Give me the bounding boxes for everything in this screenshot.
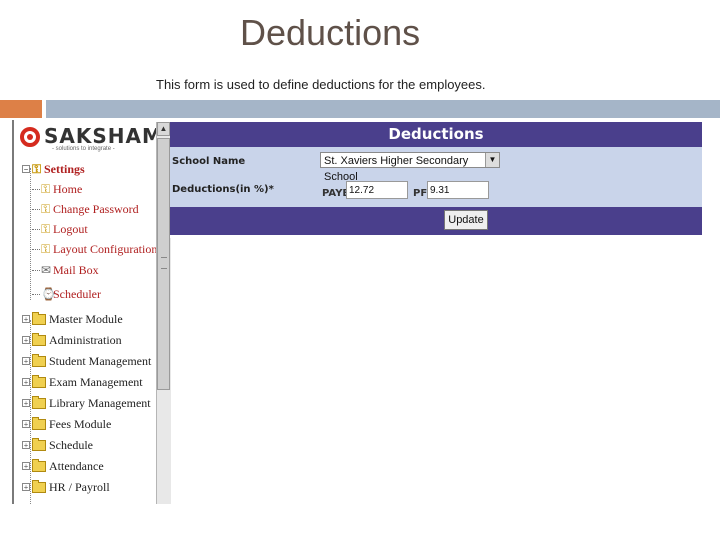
tree-module-label: HR / Payroll	[49, 479, 110, 494]
tree-item-mail-box[interactable]: ✉ Mail Box	[32, 261, 99, 279]
slide-subtitle: This form is used to define deductions f…	[156, 77, 486, 92]
expand-icon[interactable]: +	[22, 315, 30, 324]
tree-item-logout[interactable]: ⚿ Logout	[32, 220, 88, 238]
tree-module-administration[interactable]: + Administration	[22, 331, 122, 349]
tree-module-label: Administration	[49, 332, 122, 347]
deductions-label: Deductions(in %)*	[172, 184, 274, 195]
scroll-thumb[interactable]	[157, 138, 170, 390]
tree-module-label: Student Management	[49, 353, 152, 368]
tree-module-label: Master Module	[49, 311, 123, 326]
expand-icon[interactable]: +	[22, 483, 30, 492]
logo-icon	[20, 127, 40, 147]
folder-icon	[32, 332, 46, 346]
sidebar: SAKSHAM - solutions to integrate - − ⚿ S…	[12, 120, 171, 504]
logo: SAKSHAM - solutions to integrate -	[18, 124, 162, 154]
school-select[interactable]: St. Xaviers Higher Secondary School ▼	[320, 152, 500, 183]
pf-input[interactable]: 9.31	[427, 181, 489, 199]
key-icon: ⚿	[41, 181, 51, 196]
tree-item-label: Change Password	[53, 201, 139, 216]
tree-module-hr-payroll[interactable]: + HR / Payroll	[22, 478, 110, 496]
tree-item-label: Logout	[53, 221, 88, 236]
slide-title: Deductions	[240, 12, 421, 53]
tree-item-layout-configuration[interactable]: ⚿ Layout Configuration	[32, 240, 157, 258]
tree-module-label: Library Management	[49, 395, 151, 410]
folder-icon	[32, 353, 46, 367]
tree-module-label: Fees Module	[49, 416, 112, 431]
scroll-up-icon[interactable]: ▲	[157, 122, 170, 136]
mail-icon: ✉	[41, 262, 52, 277]
pf-label: PF	[413, 188, 428, 199]
settings-icon: ⚿	[32, 161, 42, 176]
expand-icon[interactable]: +	[22, 420, 30, 429]
tree-module-schedule[interactable]: + Schedule	[22, 436, 93, 454]
tree-module-student[interactable]: + Student Management	[22, 352, 151, 370]
folder-icon	[32, 479, 46, 493]
expand-icon[interactable]: +	[22, 357, 30, 366]
sidebar-scrollbar[interactable]: ▲	[156, 122, 171, 504]
tree-item-home[interactable]: ⚿ Home	[32, 180, 82, 198]
deductions-panel: Deductions School Name St. Xaviers Highe…	[170, 120, 702, 238]
expand-icon[interactable]: +	[22, 462, 30, 471]
collapse-icon[interactable]: −	[22, 165, 30, 174]
chevron-down-icon[interactable]: ▼	[485, 153, 499, 167]
tree-module-fees[interactable]: + Fees Module	[22, 415, 111, 433]
panel-footer	[170, 207, 702, 235]
expand-icon[interactable]: +	[22, 399, 30, 408]
logo-text: SAKSHAM	[44, 124, 163, 148]
folder-icon	[32, 395, 46, 409]
grip-icon	[161, 257, 167, 269]
tree-item-label: Home	[53, 181, 83, 196]
tree-settings-label: Settings	[44, 161, 85, 176]
tree-module-exam[interactable]: + Exam Management	[22, 373, 143, 391]
folder-icon	[32, 374, 46, 388]
expand-icon[interactable]: +	[22, 336, 30, 345]
scheduler-icon: ⌚	[41, 286, 56, 301]
tree-item-label: Mail Box	[53, 262, 99, 277]
expand-icon[interactable]: +	[22, 441, 30, 450]
accent-bar-orange	[0, 100, 42, 118]
school-name-label: School Name	[172, 156, 246, 167]
tree-module-label: Schedule	[49, 437, 93, 452]
tree-module-library[interactable]: + Library Management	[22, 394, 151, 412]
update-button[interactable]: Update	[444, 210, 488, 230]
tree-module-attendance[interactable]: + Attendance	[22, 457, 104, 475]
folder-icon	[32, 458, 46, 472]
tree-item-label: Layout Configuration	[53, 241, 158, 256]
tree-settings[interactable]: − ⚿ Settings	[22, 160, 85, 178]
key-icon: ⚿	[41, 221, 51, 236]
tree-item-label: Scheduler	[53, 286, 101, 301]
tree-module-master[interactable]: + Master Module	[22, 310, 123, 328]
key-icon: ⚿	[41, 241, 51, 256]
folder-icon	[32, 437, 46, 451]
paye-input[interactable]: 12.72	[346, 181, 408, 199]
tree-item-scheduler[interactable]: ⌚ Scheduler	[32, 285, 101, 303]
panel-title: Deductions	[388, 125, 484, 143]
tree-item-change-password[interactable]: ⚿ Change Password	[32, 200, 139, 218]
app-screenshot: SAKSHAM - solutions to integrate - − ⚿ S…	[12, 120, 702, 504]
expand-icon[interactable]: +	[22, 378, 30, 387]
key-icon: ⚿	[41, 201, 51, 216]
folder-icon	[32, 311, 46, 325]
accent-bar-blue	[46, 100, 720, 118]
tree-module-label: Exam Management	[49, 374, 143, 389]
folder-icon	[32, 416, 46, 430]
tree-guide	[30, 168, 31, 300]
tree-module-label: Attendance	[49, 458, 104, 473]
logo-tagline: - solutions to integrate -	[52, 146, 115, 152]
